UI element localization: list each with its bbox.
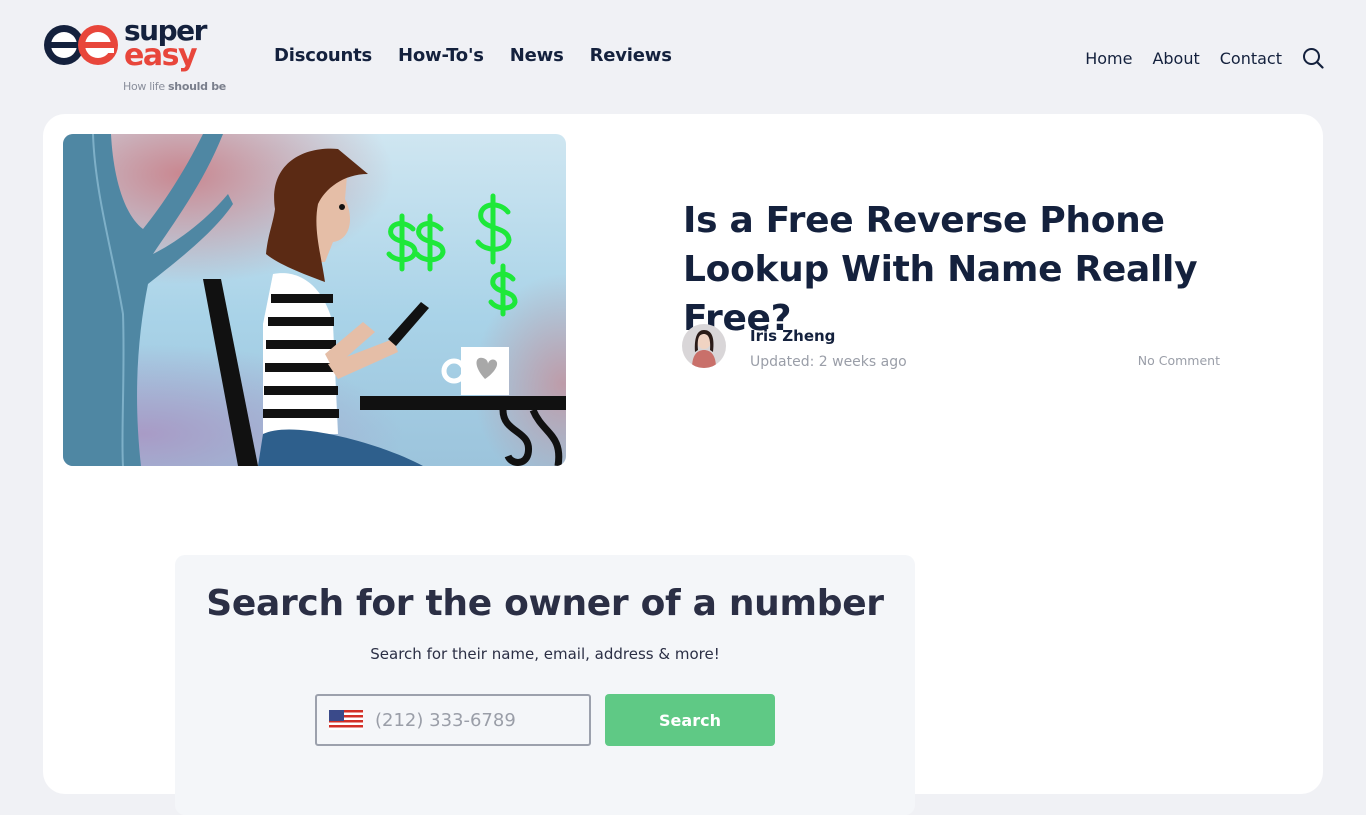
article-meta: Iris Zheng Updated: 2 weeks ago No Comme… — [682, 322, 1222, 372]
nav-contact[interactable]: Contact — [1220, 49, 1282, 68]
search-button[interactable]: Search — [605, 694, 775, 746]
updated-date: Updated: 2 weeks ago — [750, 354, 907, 370]
nav-discounts[interactable]: Discounts — [274, 45, 372, 66]
main-nav: Discounts How-To's News Reviews — [274, 45, 672, 66]
nav-reviews[interactable]: Reviews — [590, 45, 672, 66]
search-widget-subtitle: Search for their name, email, address & … — [370, 645, 720, 663]
phone-number-field[interactable] — [315, 694, 591, 746]
comment-count[interactable]: No Comment — [1138, 353, 1220, 368]
article-card: Is a Free Reverse Phone Lookup With Name… — [43, 114, 1323, 815]
tagline-bold: should be — [168, 80, 226, 93]
nav-home[interactable]: Home — [1085, 49, 1132, 68]
site-logo[interactable]: super easy How life should be — [42, 17, 232, 97]
nav-how-tos[interactable]: How-To's — [398, 45, 484, 66]
hero-image[interactable] — [63, 134, 566, 466]
author-photo — [682, 324, 726, 368]
phone-input[interactable] — [375, 696, 581, 744]
nav-about[interactable]: About — [1152, 49, 1199, 68]
search-widget-title: Search for the owner of a number — [206, 583, 884, 624]
utility-nav: Home About Contact — [1085, 47, 1324, 69]
site-header: super easy How life should be Discounts … — [0, 0, 1366, 110]
phone-search-widget: Search for the owner of a number Search … — [175, 555, 915, 815]
us-flag-icon — [329, 710, 363, 730]
article-title: Is a Free Reverse Phone Lookup With Name… — [683, 200, 1198, 339]
logo-mark-icon — [44, 25, 118, 65]
search-icon[interactable] — [1302, 47, 1324, 69]
hero-illustration — [63, 134, 566, 466]
nav-news[interactable]: News — [510, 45, 564, 66]
author-name[interactable]: Iris Zheng — [750, 327, 835, 345]
tagline-prefix: How life — [123, 80, 169, 93]
logo-word-easy: easy — [124, 38, 198, 73]
logo-tagline: How life should be — [123, 80, 226, 93]
author-avatar[interactable] — [682, 324, 726, 368]
